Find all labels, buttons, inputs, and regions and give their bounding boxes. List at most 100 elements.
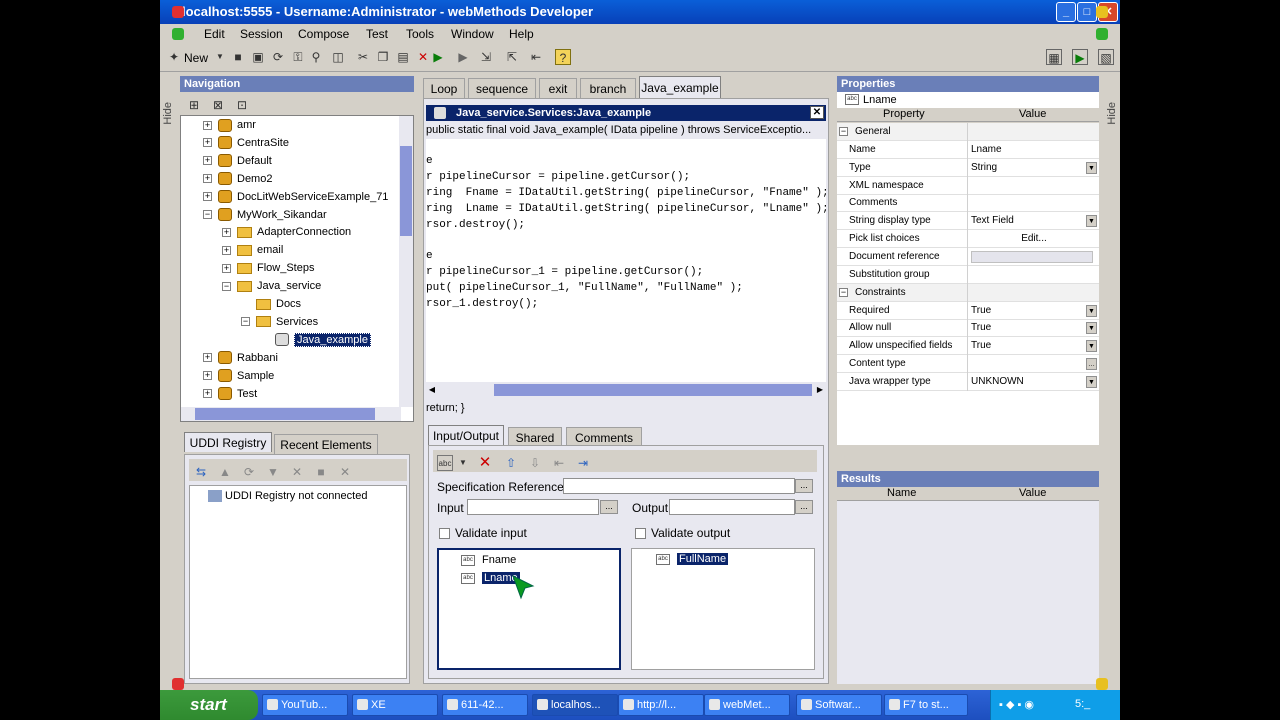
property-row[interactable]: Comments: [837, 194, 1099, 213]
tab-shared[interactable]: Shared: [508, 427, 562, 447]
tree-hscrollbar[interactable]: [181, 407, 401, 421]
expand-icon[interactable]: +: [203, 138, 212, 148]
step-into-icon[interactable]: ⇲: [478, 49, 494, 65]
uddi-publish-icon[interactable]: ▲: [217, 464, 233, 480]
property-row[interactable]: Type String ▼: [837, 158, 1099, 177]
dropdown-arrow-icon[interactable]: ▼: [1086, 161, 1097, 174]
uddi-stop-icon[interactable]: ■: [313, 464, 329, 480]
tree-item[interactable]: Docs: [241, 296, 301, 313]
expand-icon[interactable]: +: [222, 263, 231, 273]
tree-vscroll-thumb[interactable]: [400, 146, 412, 236]
stop-icon[interactable]: ⇤: [528, 49, 544, 65]
collapse-icon[interactable]: −: [222, 281, 231, 291]
dropdown-arrow-icon[interactable]: ▼: [1086, 215, 1097, 228]
validate-output-option[interactable]: Validate output: [635, 526, 730, 540]
tab-uddi-registry[interactable]: UDDI Registry: [184, 432, 272, 452]
nav-delete-icon[interactable]: ⊠: [210, 97, 226, 113]
scroll-right-icon[interactable]: ▶: [814, 383, 826, 397]
taskbar-button[interactable]: XE: [352, 694, 438, 716]
run-icon[interactable]: ▶: [430, 49, 446, 65]
expand-icon[interactable]: +: [203, 389, 212, 399]
property-row[interactable]: String display type Text Field ▼: [837, 212, 1099, 231]
spec-reference-browse-button[interactable]: ...: [795, 479, 813, 493]
tree-item[interactable]: − Services: [241, 314, 318, 331]
tab-exit[interactable]: exit: [539, 78, 577, 98]
paste-icon[interactable]: ▤: [395, 49, 411, 65]
property-row[interactable]: XML namespace: [837, 176, 1099, 195]
editor-close-icon[interactable]: ✕: [810, 106, 824, 119]
lock-icon[interactable]: ⚿: [290, 49, 306, 65]
property-group-row[interactable]: − General: [837, 123, 1099, 141]
delete-field-icon[interactable]: ✕: [477, 455, 493, 471]
collapse-icon[interactable]: −: [203, 210, 212, 220]
expand-icon[interactable]: +: [203, 174, 212, 184]
tree-item[interactable]: + Default: [203, 153, 272, 170]
property-row[interactable]: Document reference: [837, 247, 1099, 266]
output-fields-tree[interactable]: abc FullName: [631, 548, 815, 670]
tree-item[interactable]: Java_example: [260, 332, 371, 349]
tree-item[interactable]: + Test: [203, 386, 257, 403]
tree-vscrollbar[interactable]: [399, 116, 413, 407]
expand-icon[interactable]: +: [203, 353, 212, 363]
code-hscrollbar[interactable]: ◀ ▶: [426, 383, 826, 397]
unlock-icon[interactable]: ◫: [330, 49, 346, 65]
menu-window[interactable]: Window: [451, 27, 494, 41]
uddi-filter-icon[interactable]: ▼: [265, 464, 281, 480]
expand-icon[interactable]: +: [203, 192, 212, 202]
perspective-edit-icon[interactable]: ▦: [1046, 49, 1062, 65]
tab-branch[interactable]: branch: [580, 78, 636, 98]
menu-test[interactable]: Test: [366, 27, 388, 41]
property-row[interactable]: Content type…: [837, 355, 1099, 374]
document-reference-field[interactable]: [971, 250, 1093, 263]
menu-session[interactable]: Session: [240, 27, 283, 41]
uddi-connect-icon[interactable]: ⇆: [193, 464, 209, 480]
browse-button[interactable]: …: [1086, 358, 1097, 371]
expand-icon[interactable]: +: [222, 245, 231, 255]
property-row[interactable]: Substitution group: [837, 265, 1099, 284]
taskbar-button[interactable]: F7 to st...: [884, 694, 968, 716]
output-reference-field[interactable]: [669, 499, 795, 515]
menu-compose[interactable]: Compose: [298, 27, 349, 41]
menu-tools[interactable]: Tools: [406, 27, 434, 41]
property-value[interactable]: True: [969, 337, 1097, 355]
tree-item[interactable]: + Sample: [203, 368, 274, 385]
code-editor[interactable]: e r pipelineCursor = pipeline.getCursor()…: [426, 139, 826, 382]
property-row[interactable]: Allow null True ▼: [837, 319, 1099, 338]
tree-item[interactable]: + CentraSite: [203, 135, 289, 152]
left-hide-strip[interactable]: Hide: [160, 72, 176, 690]
help-icon[interactable]: ?: [555, 49, 571, 65]
uddi-close-icon[interactable]: ✕: [337, 464, 353, 480]
taskbar-button[interactable]: localhos...: [532, 694, 618, 716]
taskbar-button[interactable]: http://l...: [618, 694, 704, 716]
collapse-icon[interactable]: −: [241, 317, 250, 327]
expand-icon[interactable]: +: [203, 371, 212, 381]
property-row[interactable]: Java wrapper type UNKNOWN ▼: [837, 372, 1099, 391]
tab-input-output[interactable]: Input/Output: [428, 425, 504, 445]
tree-item[interactable]: + AdapterConnection: [222, 224, 351, 241]
property-value[interactable]: True: [969, 302, 1097, 320]
cut-icon[interactable]: ✂: [355, 49, 371, 65]
tree-item[interactable]: − MyWork_Sikandar: [203, 207, 327, 224]
start-button[interactable]: start: [160, 690, 258, 720]
input-fields-tree[interactable]: abc Fname abc Lname: [437, 548, 621, 670]
tab-recent-elements[interactable]: Recent Elements: [274, 434, 378, 454]
property-value[interactable]: UNKNOWN: [969, 373, 1097, 391]
tree-item[interactable]: + email: [222, 242, 283, 259]
collapse-icon[interactable]: −: [839, 287, 848, 297]
menu-edit[interactable]: Edit: [204, 27, 225, 41]
move-up-icon[interactable]: ⇧: [503, 455, 519, 471]
property-row[interactable]: Allow unspecified fields True ▼: [837, 337, 1099, 356]
property-row[interactable]: Pick list choices Edit...: [837, 230, 1099, 249]
scroll-left-icon[interactable]: ◀: [426, 383, 438, 397]
dropdown-arrow-icon[interactable]: ▼: [212, 49, 228, 65]
dropdown-arrow-icon[interactable]: ▼: [1086, 322, 1097, 335]
tab-java-example[interactable]: Java_example: [639, 76, 721, 98]
maximize-button[interactable]: □: [1077, 2, 1097, 22]
tree-item[interactable]: + amr: [203, 117, 256, 134]
expand-icon[interactable]: +: [203, 156, 212, 166]
new-icon[interactable]: ✦: [166, 49, 182, 65]
delete-icon[interactable]: ✕: [415, 49, 431, 65]
nav-refresh-icon[interactable]: ⊡: [234, 97, 250, 113]
save-icon[interactable]: ■: [230, 49, 246, 65]
dropdown-arrow-icon[interactable]: ▼: [1086, 340, 1097, 353]
